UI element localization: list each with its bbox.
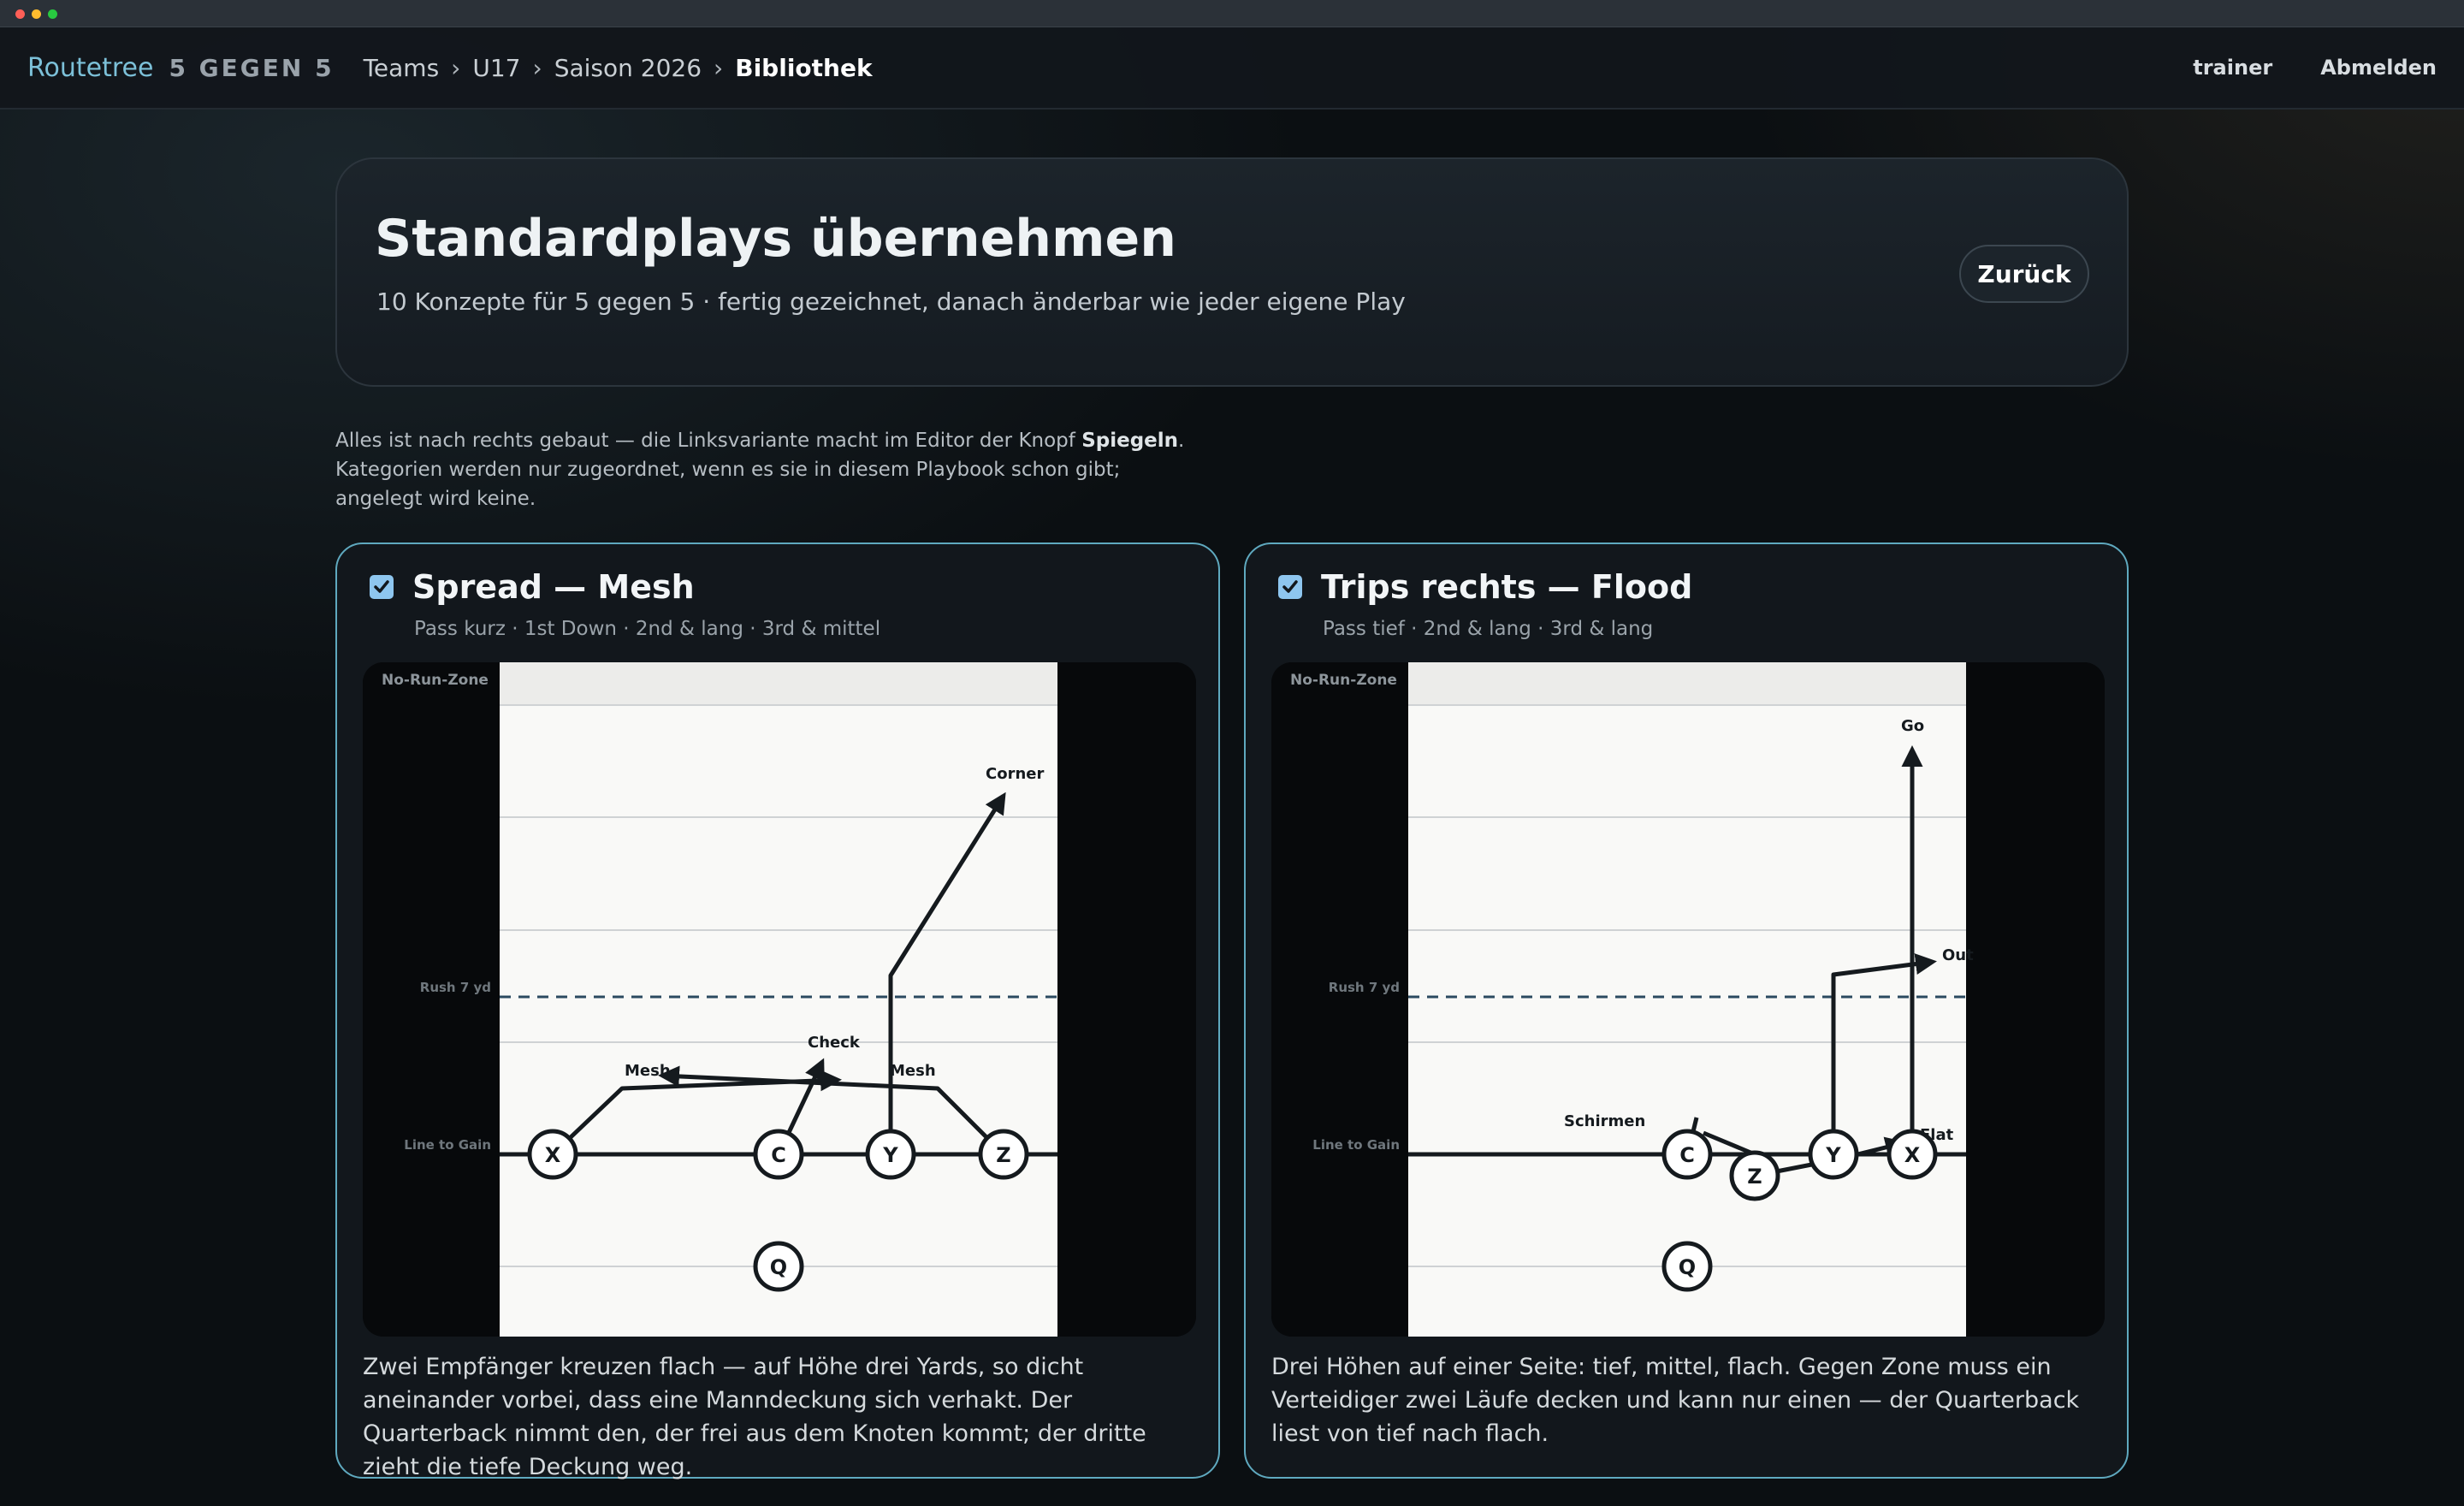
page-header: Standardplays übernehmen 10 Konzepte für… <box>335 157 2129 387</box>
svg-text:C: C <box>771 1143 786 1167</box>
route-label-corner: Corner <box>986 765 1044 783</box>
breadcrumb-season[interactable]: Saison 2026 <box>554 54 702 82</box>
route-label-out: Out <box>1942 946 1974 964</box>
player-c[interactable]: C <box>753 1129 804 1180</box>
player-q[interactable]: Q <box>1661 1241 1713 1292</box>
field-svg: No-Run-Zone Rush 7 yd Line to Gain Corne… <box>363 662 1196 1337</box>
info-line-3: angelegt wird keine. <box>335 488 536 510</box>
breadcrumb: Teams › U17 › Saison 2026 › Bibliothek <box>364 54 873 82</box>
maximize-window-icon[interactable] <box>48 9 57 19</box>
play-title: Spread — Mesh <box>412 568 695 606</box>
svg-text:Z: Z <box>1747 1165 1762 1189</box>
play-tags: Pass tief · 2nd & lang · 3rd & lang <box>1323 618 1654 640</box>
breadcrumb-current: Bibliothek <box>735 53 873 82</box>
checkmark-icon <box>1282 580 1298 593</box>
field-svg: No-Run-Zone Rush 7 yd Line to Gain Go Ou… <box>1271 662 2105 1337</box>
svg-text:X: X <box>1904 1143 1921 1167</box>
svg-text:Y: Y <box>1825 1143 1841 1167</box>
svg-text:Q: Q <box>770 1255 787 1279</box>
breadcrumb-team[interactable]: U17 <box>472 54 520 82</box>
back-button[interactable]: Zurück <box>1959 245 2089 303</box>
rush-label: Rush 7 yd <box>1329 980 1400 995</box>
route-label-mesh: Mesh <box>625 1062 671 1080</box>
player-y[interactable]: Y <box>1808 1129 1859 1180</box>
svg-text:X: X <box>545 1143 561 1167</box>
no-run-zone <box>1408 662 1966 705</box>
route-label-mesh: Mesh <box>890 1062 936 1080</box>
player-q[interactable]: Q <box>753 1241 804 1292</box>
svg-text:Q: Q <box>1679 1255 1696 1279</box>
player-c[interactable]: C <box>1661 1129 1713 1180</box>
mirror-keyword: Spiegeln <box>1081 430 1179 452</box>
route-label-go: Go <box>1901 717 1924 735</box>
info-note: Alles ist nach rechts gebaut — die Links… <box>335 426 1184 513</box>
user-menu: trainer Abmelden <box>2193 56 2437 80</box>
page-subtitle: 10 Konzepte für 5 gegen 5 · fertig gezei… <box>376 288 1406 316</box>
line-to-gain-label: Line to Gain <box>404 1137 491 1153</box>
svg-text:C: C <box>1679 1143 1695 1167</box>
player-z[interactable]: Z <box>978 1129 1029 1180</box>
player-x[interactable]: X <box>527 1129 578 1180</box>
play-description: Drei Höhen auf einer Seite: tief, mittel… <box>1271 1354 2080 1447</box>
user-name-link[interactable]: trainer <box>2193 56 2272 80</box>
field <box>1408 662 1966 1337</box>
play-card-flood[interactable]: Trips rechts — Flood Pass tief · 2nd & l… <box>1244 543 2129 1479</box>
top-navigation: Routetree 5 GEGEN 5 Teams › U17 › Saison… <box>0 27 2464 110</box>
breadcrumb-separator-icon: › <box>532 53 542 82</box>
play-card-mesh[interactable]: Spread — Mesh Pass kurz · 1st Down · 2nd… <box>335 543 1220 1480</box>
field <box>500 662 1057 1337</box>
info-line-2: Kategorien werden nur zugeordnet, wenn e… <box>335 459 1121 481</box>
page-title: Standardplays übernehmen <box>375 209 1176 269</box>
select-checkbox[interactable] <box>370 575 394 599</box>
player-x[interactable]: X <box>1886 1129 1938 1180</box>
svg-text:Y: Y <box>882 1143 898 1167</box>
rush-label: Rush 7 yd <box>420 980 491 995</box>
play-diagram: No-Run-Zone Rush 7 yd Line to Gain Go Ou… <box>1271 662 2105 1337</box>
no-run-zone <box>500 662 1057 705</box>
no-run-zone-label: No-Run-Zone <box>382 672 489 689</box>
brand-logo[interactable]: Routetree <box>27 53 153 83</box>
window-titlebar <box>0 0 2464 27</box>
svg-text:Z: Z <box>996 1143 1010 1167</box>
route-label-block: Schirmen <box>1564 1112 1645 1130</box>
brand-subtitle: 5 GEGEN 5 <box>169 53 335 82</box>
checkmark-icon <box>374 580 389 593</box>
play-description: Zwei Empfänger kreuzen flach — auf Höhe … <box>363 1354 1146 1480</box>
play-diagram: No-Run-Zone Rush 7 yd Line to Gain Corne… <box>363 662 1196 1337</box>
line-to-gain-label: Line to Gain <box>1312 1137 1400 1153</box>
no-run-zone-label: No-Run-Zone <box>1290 672 1397 689</box>
close-window-icon[interactable] <box>15 9 25 19</box>
player-z[interactable]: Z <box>1729 1150 1780 1201</box>
info-line-1: Alles ist nach rechts gebaut — die Links… <box>335 430 1185 452</box>
logout-link[interactable]: Abmelden <box>2320 56 2437 80</box>
minimize-window-icon[interactable] <box>32 9 41 19</box>
breadcrumb-separator-icon: › <box>451 53 461 82</box>
select-checkbox[interactable] <box>1278 575 1302 599</box>
breadcrumb-teams[interactable]: Teams <box>364 54 440 82</box>
player-y[interactable]: Y <box>865 1129 916 1180</box>
play-title: Trips rechts — Flood <box>1321 568 1693 606</box>
route-label-check: Check <box>808 1034 861 1052</box>
breadcrumb-separator-icon: › <box>714 53 724 82</box>
play-tags: Pass kurz · 1st Down · 2nd & lang · 3rd … <box>414 618 881 640</box>
